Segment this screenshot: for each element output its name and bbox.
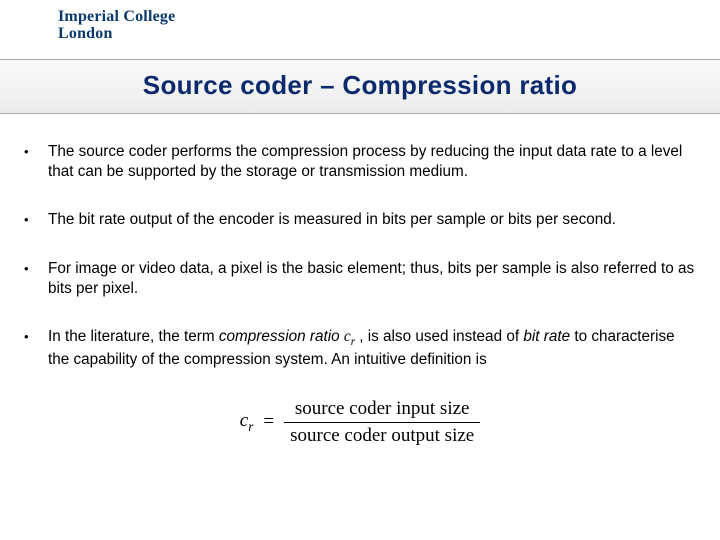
bullet4-mid2: , is also used instead of [355,328,523,345]
equation-lhs: cr [240,410,254,435]
bullet-item: The bit rate output of the encoder is me… [24,210,696,230]
bullet-text: For image or video data, a pixel is the … [48,259,696,299]
bullet-item: For image or video data, a pixel is the … [24,259,696,299]
title-band: Source coder – Compression ratio [0,60,720,114]
content: The source coder performs the compressio… [0,114,720,447]
equation: cr = source coder input size source code… [24,398,696,447]
symbol-cr: cr [344,328,355,345]
header: Imperial College London [0,0,720,60]
equation-fraction: source coder input size source coder out… [284,398,480,447]
bullet-text: The bit rate output of the encoder is me… [48,210,696,230]
bullet-text: In the literature, the term compression … [48,327,696,370]
logo-line2: London [58,25,720,43]
equation-equals: = [263,411,274,433]
bullet-list: The source coder performs the compressio… [24,142,696,370]
slide-title: Source coder – Compression ratio [0,70,720,101]
equation-denominator: source coder output size [284,422,480,447]
equation-lhs-c: c [240,410,248,431]
symbol-c: c [344,328,351,345]
term-compression-ratio: compression ratio [219,328,340,345]
equation-numerator: source coder input size [284,398,480,422]
bullet-item: In the literature, the term compression … [24,327,696,370]
bullet-item: The source coder performs the compressio… [24,142,696,182]
term-bit-rate: bit rate [523,328,570,345]
logo-line1: Imperial College [58,8,720,26]
equation-lhs-r: r [248,419,253,434]
bullet4-pre: In the literature, the term [48,328,219,345]
bullet-text: The source coder performs the compressio… [48,142,696,182]
